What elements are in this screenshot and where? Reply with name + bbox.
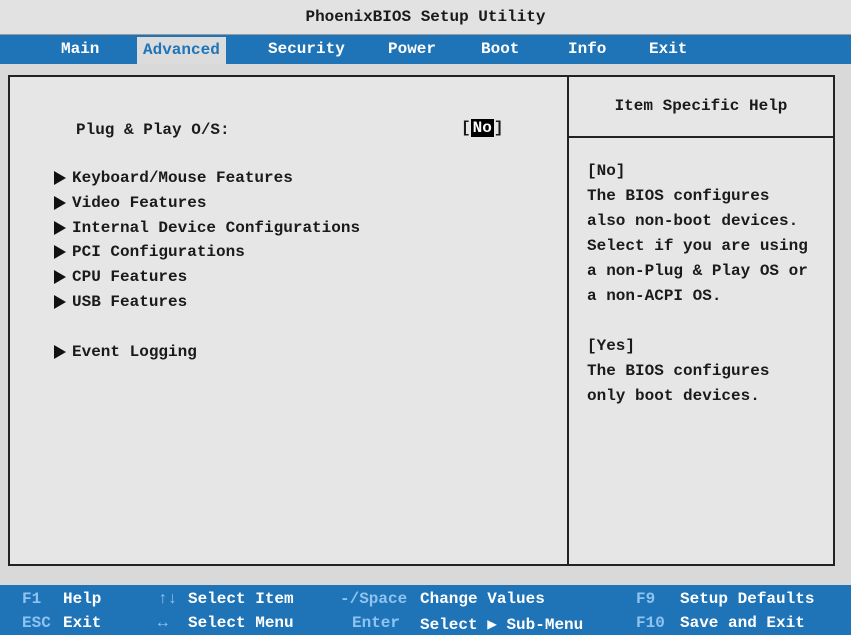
submenu-internal-device[interactable]: Internal Device Configurations [54,219,360,237]
submenu-label: Event Logging [72,343,197,361]
submenu-arrow-icon [54,345,66,359]
submenu-arrow-icon [54,196,66,210]
help-line: a non-ACPI OS. [587,287,722,305]
key-left-right: ↔ [158,614,168,632]
key-esc: ESC [22,614,51,632]
plug-and-play-value[interactable]: [No] [461,119,503,137]
panel-divider [567,77,569,564]
help-line: The BIOS configures [587,187,770,205]
menu-power[interactable]: Power [382,35,442,64]
submenu-pci[interactable]: PCI Configurations [54,243,245,261]
key-f9: F9 [636,590,656,608]
key-left-right-desc: Select Menu [188,614,294,632]
key-f1-desc: Help [63,590,102,608]
submenu-arrow-icon [54,245,66,259]
submenu-label: Video Features [72,194,207,212]
menu-bar: Main Advanced Security Power Boot Info E… [0,35,851,64]
window-title: PhoenixBIOS Setup Utility [0,0,851,35]
key-space: -/Space [340,590,408,608]
key-esc-desc: Exit [63,614,102,632]
key-f10: F10 [636,614,665,632]
menu-exit[interactable]: Exit [643,35,693,64]
submenu-label: PCI Configurations [72,243,245,261]
submenu-label: USB Features [72,293,188,311]
submenu-event-logging[interactable]: Event Logging [54,343,197,361]
submenu-arrow-icon [54,171,66,185]
help-line: only boot devices. [587,387,760,405]
submenu-cpu[interactable]: CPU Features [54,268,187,286]
bracket-open: [ [461,119,471,137]
key-enter-desc: Select ▶ Sub-Menu [420,616,584,634]
submenu-label: Internal Device Configurations [72,219,361,237]
selected-value[interactable]: No [470,119,494,137]
submenu-label: Keyboard/Mouse Features [72,169,293,187]
help-line: [No] [587,162,626,180]
menu-advanced[interactable]: Advanced [137,37,226,64]
menu-main[interactable]: Main [55,35,105,64]
help-line: a non-Plug & Play OS or [587,262,808,280]
bracket-close: ] [493,119,504,137]
plug-and-play-label: Plug & Play O/S: [76,121,230,139]
help-line: Select if you are using [587,237,808,255]
submenu-usb[interactable]: USB Features [54,293,187,311]
help-line: [Yes] [587,337,636,355]
submenu-arrow-icon [54,270,66,284]
key-f9-desc: Setup Defaults [680,590,815,608]
submenu-arrow-icon [54,295,66,309]
menu-security[interactable]: Security [262,35,351,64]
submenu-video[interactable]: Video Features [54,194,206,212]
key-space-desc: Change Values [420,590,545,608]
help-divider [569,136,833,138]
menu-info[interactable]: Info [562,35,612,64]
help-line: also non-boot devices. [587,212,799,230]
settings-panel: Plug & Play O/S: [No] Keyboard/Mouse Fea… [8,75,835,566]
key-legend: F1 Help ↑↓ Select Item -/Space Change Va… [0,585,851,635]
key-f1: F1 [22,590,42,608]
key-up-down: ↑↓ [158,590,178,608]
submenu-label: CPU Features [72,268,188,286]
menu-boot[interactable]: Boot [475,35,525,64]
key-f10-desc: Save and Exit [680,614,805,632]
key-up-down-desc: Select Item [188,590,294,608]
submenu-arrow-icon [54,221,66,235]
help-title: Item Specific Help [614,97,788,115]
submenu-keyboard-mouse[interactable]: Keyboard/Mouse Features [54,169,293,187]
help-line: The BIOS configures [587,362,770,380]
key-enter: Enter [352,614,401,632]
